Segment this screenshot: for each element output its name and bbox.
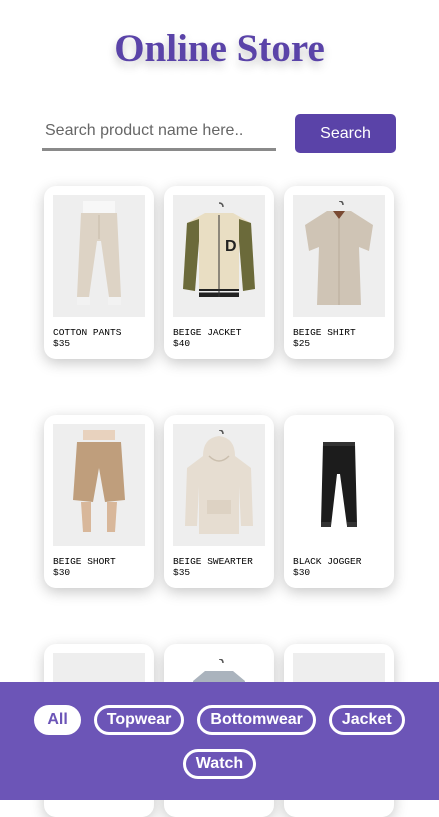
jogger-image	[293, 424, 385, 546]
product-name: BEIGE SHIRT	[293, 327, 356, 338]
product-price: $30	[53, 567, 71, 578]
product-card[interactable]: BEIGE SWEARTER $35	[164, 415, 274, 588]
pants-image	[53, 195, 145, 317]
svg-text:D: D	[225, 238, 237, 255]
product-price: $30	[293, 567, 311, 578]
product-price: $40	[173, 338, 191, 349]
product-price: $35	[173, 567, 191, 578]
product-name: BLACK JOGGER	[293, 556, 362, 567]
product-card[interactable]: BEIGE SHORT $30	[44, 415, 154, 588]
search-button[interactable]: Search	[295, 114, 396, 153]
shorts-image	[53, 424, 145, 546]
page-title: Online Store	[114, 27, 325, 70]
product-name: BEIGE SHORT	[53, 556, 116, 567]
product-name: BEIGE JACKET	[173, 327, 242, 338]
product-name: COTTON PANTS	[53, 327, 122, 338]
filter-bottomwear-button[interactable]: Bottomwear	[197, 705, 316, 735]
product-price: $35	[53, 338, 71, 349]
product-card[interactable]: COTTON PANTS $35	[44, 186, 154, 359]
product-card[interactable]: BEIGE SHIRT $25	[284, 186, 394, 359]
hoodie-image	[173, 424, 265, 546]
search-input[interactable]	[42, 113, 276, 151]
shirt-image	[293, 195, 385, 317]
filter-topwear-button[interactable]: Topwear	[93, 705, 185, 735]
product-card[interactable]: D BEIGE JACKET $40	[164, 186, 274, 359]
filter-jacket-button[interactable]: Jacket	[328, 705, 405, 735]
product-name: BEIGE SWEARTER	[173, 556, 253, 567]
product-price: $25	[293, 338, 311, 349]
filter-watch-button[interactable]: Watch	[182, 749, 257, 779]
product-card[interactable]: BLACK JOGGER $30	[284, 415, 394, 588]
category-filter-bar: All Topwear Bottomwear Jacket Watch	[0, 682, 439, 800]
jacket-image: D	[173, 195, 265, 317]
filter-all-button[interactable]: All	[34, 705, 81, 735]
